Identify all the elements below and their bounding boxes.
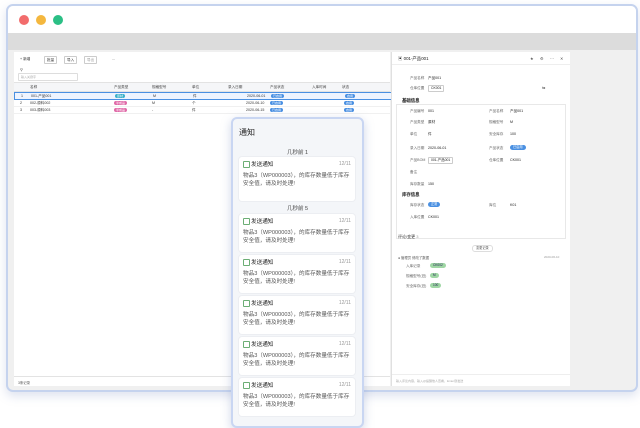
star-icon[interactable]: ★ bbox=[530, 56, 534, 61]
filter-input[interactable]: 输入关键字 bbox=[18, 73, 78, 81]
group-label: 几秒前 5 bbox=[286, 206, 309, 212]
check-icon[interactable] bbox=[243, 161, 250, 168]
history-badge[interactable]: 变更记录 bbox=[472, 245, 493, 252]
group-label: 几秒前 1 bbox=[286, 150, 309, 156]
notification-card[interactable]: 发送通知 12/11 物品3（WP000003），的库存数量低于库存安全值，请及… bbox=[239, 214, 355, 252]
new-button[interactable]: + 新增 bbox=[18, 56, 33, 62]
more-icon[interactable]: ⋯ bbox=[550, 56, 554, 61]
col-unit[interactable]: 单位 bbox=[192, 83, 199, 91]
export-button[interactable]: 导出 bbox=[84, 56, 98, 64]
state-badge: 启用 bbox=[344, 108, 355, 112]
col-date[interactable]: 录入日期 bbox=[228, 83, 242, 91]
notification-card[interactable]: 发送通知 12/11 物品3（WP000003），的库存数量低于库存安全值，请及… bbox=[239, 337, 355, 375]
status-badge: 已启用 bbox=[270, 101, 284, 105]
notification-title: 通知 bbox=[239, 128, 255, 137]
col-spec[interactable]: 规格型号 bbox=[152, 83, 166, 91]
maximize-window-button[interactable] bbox=[53, 15, 63, 25]
check-icon[interactable] bbox=[243, 218, 250, 225]
col-type[interactable]: 产品类型 bbox=[114, 83, 128, 91]
link-icon[interactable]: ⇆ bbox=[542, 85, 545, 90]
minimize-window-button[interactable] bbox=[36, 15, 46, 25]
col-status[interactable]: 产品状态 bbox=[270, 83, 284, 91]
filter-icon[interactable]: ⚲ bbox=[20, 67, 23, 72]
section-title: 库存信息 bbox=[402, 192, 420, 197]
check-icon[interactable] bbox=[243, 259, 250, 266]
notification-card[interactable]: 发送通知 12/11 物品3（WP000003），的库存数量低于库存安全值，请及… bbox=[239, 296, 355, 334]
state-badge: 启用 bbox=[345, 94, 356, 98]
bom-select[interactable]: 001-产品001 bbox=[428, 157, 454, 164]
close-window-button[interactable] bbox=[19, 15, 29, 25]
check-icon[interactable] bbox=[243, 341, 250, 348]
log-time: 2020-06-10 bbox=[544, 255, 560, 259]
detail-pane: ▣ 001-产品001 ★ ⚙ ⋯ ✕ 产品名称 产品001 仓库位置 CK00… bbox=[391, 52, 570, 386]
type-tag: 原材 bbox=[115, 94, 126, 98]
table-row[interactable]: 3 003-原料003 半成品 - 件 2020-06-15 已启用 启用 bbox=[14, 107, 390, 114]
col-name[interactable]: 名称 bbox=[30, 83, 37, 91]
gear-icon[interactable]: ⚙ bbox=[540, 56, 544, 61]
table-row[interactable]: 1 001-产品001 原材 M 件 2020-06-01 已启用 启用 bbox=[14, 92, 392, 100]
check-icon[interactable] bbox=[243, 382, 250, 389]
table-row[interactable]: 2 002-原料002 半成品 M 个 2020-06-10 已启用 启用 bbox=[14, 100, 390, 107]
comment-input[interactable]: 输入评论内容，输入@提醒他人查看，Enter键发送 bbox=[392, 374, 570, 387]
notification-card[interactable]: 发送通知 12/11 物品3（WP000003），的库存数量低于库存安全值，请及… bbox=[239, 255, 355, 293]
batch-button[interactable]: 批量 bbox=[44, 56, 58, 64]
state-badge: 启用 bbox=[344, 101, 355, 105]
more-button[interactable]: ... bbox=[110, 56, 117, 62]
notification-card[interactable]: 发送通知 12/11 物品3（WP000003），的库存数量低于库存安全值，请及… bbox=[239, 378, 355, 416]
comments-title: 评论/变更 3 bbox=[398, 234, 419, 239]
notification-card[interactable]: 发送通知 12/11 物品3（WP000003），的库存数量低于库存安全值，请及… bbox=[239, 157, 355, 201]
detail-title: ▣ 001-产品001 bbox=[398, 56, 429, 61]
notification-panel: 通知 几秒前 1 发送通知 12/11 物品3（WP000003），的库存数量低… bbox=[231, 117, 364, 428]
browser-bar bbox=[8, 33, 636, 50]
status-badge: 已启用 bbox=[510, 145, 526, 150]
close-icon[interactable]: ✕ bbox=[560, 56, 563, 61]
status-badge: 已启用 bbox=[270, 108, 284, 112]
type-tag: 半成品 bbox=[114, 108, 128, 112]
type-tag: 半成品 bbox=[114, 101, 128, 105]
title-bar bbox=[8, 6, 636, 33]
col-state[interactable]: 状态 bbox=[342, 83, 349, 91]
log-user: ● 管理员 修改了数据 bbox=[398, 256, 430, 260]
location-select[interactable]: CK001 bbox=[428, 85, 445, 92]
status-badge: 已启用 bbox=[271, 94, 285, 98]
table-header: 名称 产品类型 规格型号 单位 录入日期 产品状态 入库时间 状态 bbox=[14, 82, 390, 92]
col-intime[interactable]: 入库时间 bbox=[312, 83, 326, 91]
stock-status-badge: 正常 bbox=[428, 202, 441, 207]
import-button[interactable]: 导入 bbox=[64, 56, 78, 64]
check-icon[interactable] bbox=[243, 300, 250, 307]
